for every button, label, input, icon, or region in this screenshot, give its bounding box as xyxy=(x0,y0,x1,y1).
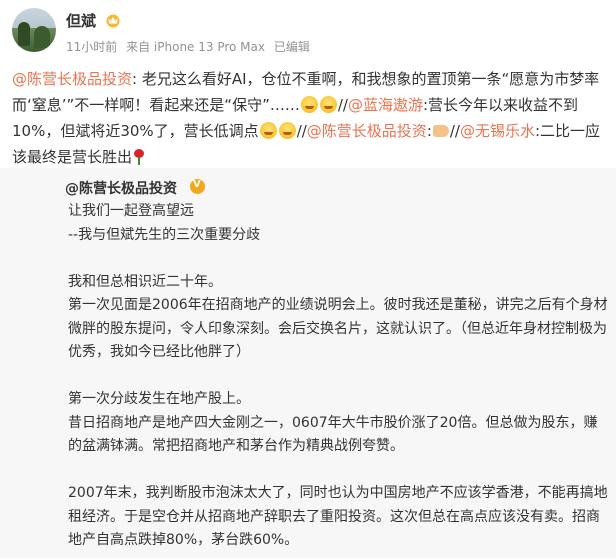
repost-line: 昔日招商地产是地产四大金刚之一，0607年大牛市股价涨了20倍。但总做为股东，赚… xyxy=(68,414,598,455)
repost-separator: // xyxy=(449,122,460,140)
mention-link[interactable]: @陈营长极品投资 xyxy=(12,70,132,88)
avatar-tree-shape xyxy=(18,22,30,46)
reposted-content[interactable]: @陈营长极品投资 让我们一起登高望远 --我与但斌先生的三次重要分歧 我和但总相… xyxy=(0,168,616,558)
vip-crown-icon xyxy=(106,14,120,28)
laughing-emoji-icon xyxy=(278,122,296,139)
smirk-face-emoji-icon xyxy=(319,96,337,113)
avatar-tree-shape xyxy=(34,26,50,48)
repost-separator: // xyxy=(337,96,348,114)
mention-link[interactable]: @无锡乐水 xyxy=(460,122,535,140)
mention-link[interactable]: @蓝海遨游 xyxy=(348,96,423,114)
tongue-face-emoji-icon xyxy=(300,96,318,113)
weibo-post: 但斌 11小时前 来自 iPhone 13 Pro Max 已编辑 @陈营长极品… xyxy=(0,0,616,558)
post-text: : xyxy=(426,122,432,140)
avatar[interactable] xyxy=(12,8,56,52)
post-time[interactable]: 11小时前 xyxy=(66,40,117,54)
repost-author-link[interactable]: @陈营长极品投资 xyxy=(65,178,177,198)
post-header: 但斌 11小时前 来自 iPhone 13 Pro Max 已编辑 xyxy=(0,0,616,62)
post-meta: 11小时前 来自 iPhone 13 Pro Max 已编辑 xyxy=(66,38,315,55)
repost-line: --我与但斌先生的三次重要分歧 xyxy=(68,226,261,243)
repost-text: 让我们一起登高望远 --我与但斌先生的三次重要分歧 我和但总相识近二十年。 第一… xyxy=(68,200,608,553)
laughing-emoji-icon xyxy=(259,122,277,139)
repost-line: 第一次见面是2006年在招商地产的业绩说明会上。彼时我还是董秘，讲完之后有个身材… xyxy=(68,297,608,360)
repost-blank-line xyxy=(68,247,608,271)
repost-line: 我和但总相识近二十年。 xyxy=(68,273,222,290)
repost-line: 让我们一起登高望远 xyxy=(68,203,194,219)
handshake-emoji-icon xyxy=(432,125,449,137)
post-source: 来自 iPhone 13 Pro Max xyxy=(126,40,265,54)
repost-blank-line xyxy=(68,459,608,483)
verified-v-icon xyxy=(190,179,205,194)
repost-blank-line xyxy=(68,365,608,389)
mention-link[interactable]: @陈营长极品投资 xyxy=(307,122,427,140)
post-body: @陈营长极品投资: 老兄这么看好AI，仓位不重啊，和我想象的置顶第一条“愿意为市… xyxy=(12,66,608,170)
rose-emoji-icon xyxy=(133,149,145,165)
repost-line: 第一次分歧发生在地产股上。 xyxy=(68,391,250,407)
repost-line: 2007年末，我判断股市泡沫太大了，同时也认为中国房地产不应该学香港，不能再搞地… xyxy=(68,485,608,548)
edited-label[interactable]: 已编辑 xyxy=(274,40,310,54)
repost-separator: // xyxy=(296,122,307,140)
username[interactable]: 但斌 xyxy=(66,10,96,31)
